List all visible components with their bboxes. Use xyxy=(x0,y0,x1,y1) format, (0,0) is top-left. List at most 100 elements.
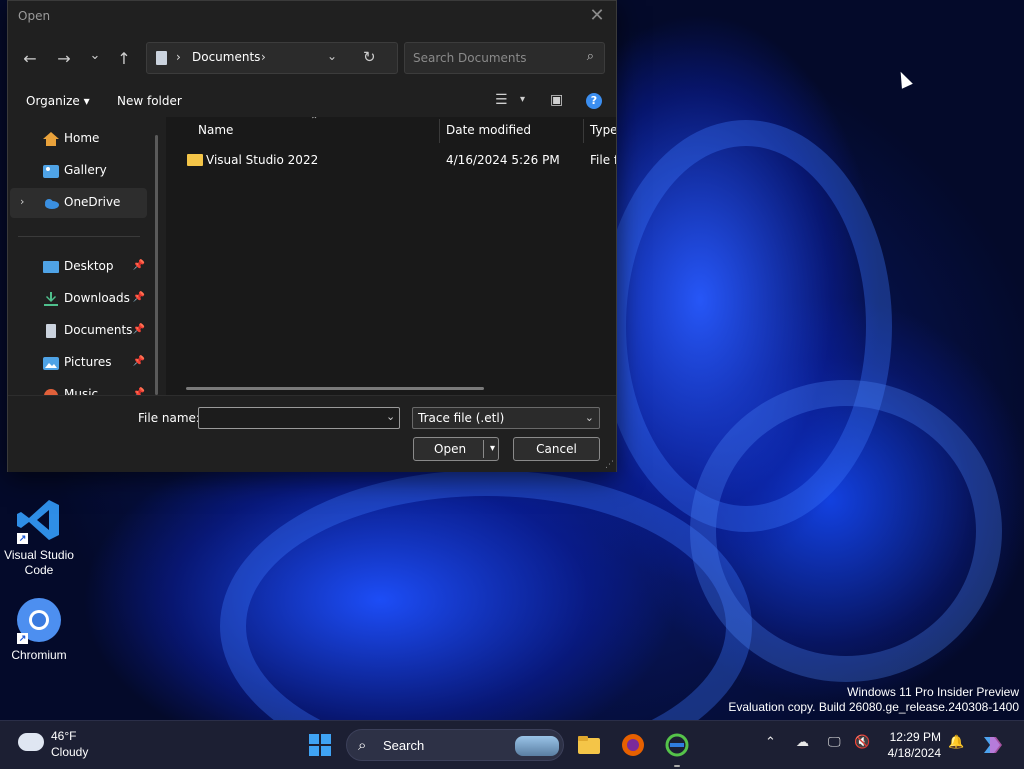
pin-icon[interactable]: 📌 xyxy=(133,356,145,367)
start-button[interactable] xyxy=(309,734,331,756)
nav-item-label: Documents xyxy=(64,323,133,337)
firefox-icon[interactable] xyxy=(621,733,645,757)
file-list-scrollbar[interactable] xyxy=(186,387,484,390)
navigation-bar: ← → ⌄ ↑ › Documents › ⌄ ↻ Search Documen… xyxy=(8,33,616,85)
nav-divider xyxy=(18,236,140,237)
breadcrumb-documents[interactable]: Documents xyxy=(192,50,260,64)
dialog-titlebar[interactable]: Open ✕ xyxy=(8,1,616,33)
organize-button[interactable]: Organize ▾ xyxy=(26,94,90,108)
breadcrumb-separator-icon[interactable]: › xyxy=(176,50,181,64)
open-file-dialog: Open ✕ ← → ⌄ ↑ › Documents › ⌄ ↻ Search … xyxy=(7,0,617,472)
desktop-icon-chromium[interactable]: ↗ Chromium xyxy=(0,596,78,663)
nav-item-pictures[interactable]: Pictures 📌 xyxy=(10,348,147,378)
file-type-select[interactable]: Trace file (.etl) ⌄ xyxy=(412,407,600,429)
file-name-label: File name: xyxy=(138,411,200,425)
file-type-value: Trace file (.etl) xyxy=(418,411,505,425)
download-icon xyxy=(44,292,58,306)
dialog-title: Open xyxy=(18,9,51,23)
show-hidden-icons-icon[interactable]: ⌃ xyxy=(765,735,776,750)
open-button[interactable]: Open ▾ xyxy=(413,437,499,461)
address-bar[interactable]: › Documents › ⌄ ↻ xyxy=(146,42,398,74)
clock-date: 4/18/2024 xyxy=(887,746,941,760)
home-icon xyxy=(43,132,59,146)
nav-item-desktop[interactable]: Desktop 📌 xyxy=(10,252,147,282)
refresh-icon[interactable]: ↻ xyxy=(363,48,376,66)
nav-item-downloads[interactable]: Downloads 📌 xyxy=(10,284,147,314)
forward-arrow-icon[interactable]: → xyxy=(53,48,75,70)
column-divider[interactable] xyxy=(583,119,584,143)
nav-item-label: OneDrive xyxy=(64,195,121,209)
recent-locations-icon[interactable]: ⌄ xyxy=(84,45,106,67)
taskbar-search-label: Search xyxy=(383,738,425,753)
open-button-label: Open xyxy=(434,442,467,456)
address-dropdown-icon[interactable]: ⌄ xyxy=(327,49,337,63)
search-highlight-art xyxy=(515,736,559,756)
search-icon[interactable]: ⌕ xyxy=(587,49,594,64)
pin-icon[interactable]: 📌 xyxy=(133,260,145,271)
column-header-name[interactable]: Name xyxy=(198,123,233,137)
performance-analyzer-icon[interactable] xyxy=(665,733,689,757)
resize-grip-icon[interactable]: ⋰ xyxy=(605,460,614,470)
column-header-type[interactable]: Type xyxy=(590,123,616,137)
preview-pane-icon[interactable]: ▣ xyxy=(550,92,563,108)
chromium-icon: ↗ xyxy=(15,596,63,644)
copilot-icon[interactable] xyxy=(980,733,1004,757)
help-icon[interactable]: ? xyxy=(586,93,602,109)
dialog-footer: File name: ⌄ Trace file (.etl) ⌄ Open ▾ … xyxy=(8,395,616,472)
windows-logo-icon xyxy=(309,734,319,744)
nav-pane-scrollbar[interactable] xyxy=(155,135,158,395)
weather-temperature: 46°F xyxy=(51,729,77,743)
view-dropdown-icon[interactable]: ▾ xyxy=(520,94,525,105)
up-arrow-icon[interactable]: ↑ xyxy=(113,48,135,70)
nav-item-music[interactable]: Music 📌 xyxy=(10,380,147,395)
nav-item-onedrive[interactable]: › OneDrive xyxy=(10,188,147,218)
windows-logo-icon xyxy=(321,746,331,756)
nav-item-label: Downloads xyxy=(64,291,130,305)
file-row[interactable]: Visual Studio 2022 4/16/2024 5:26 PM Fil… xyxy=(166,149,616,171)
nav-item-documents[interactable]: Documents 📌 xyxy=(10,316,147,346)
breadcrumb-separator-icon[interactable]: › xyxy=(261,50,266,64)
open-options-dropdown-icon[interactable]: ▾ xyxy=(490,438,495,460)
desktop-icon-label: Visual Studio Code xyxy=(4,548,74,577)
document-icon xyxy=(46,324,56,338)
nav-item-gallery[interactable]: Gallery xyxy=(10,156,147,186)
column-header-date-modified[interactable]: Date modified xyxy=(446,123,531,137)
pin-icon[interactable]: 📌 xyxy=(133,324,145,335)
file-list: ⌃ Name Date modified Type Visual Studio … xyxy=(166,117,616,395)
nav-item-label: Home xyxy=(64,131,100,145)
music-icon xyxy=(44,389,58,395)
volume-muted-icon[interactable]: 🔇 xyxy=(854,735,870,750)
cloud-icon xyxy=(45,199,59,209)
split-divider xyxy=(483,440,484,458)
pictures-icon xyxy=(43,357,59,370)
file-name-dropdown-icon[interactable]: ⌄ xyxy=(386,410,395,423)
cancel-button[interactable]: Cancel xyxy=(513,437,600,461)
nav-item-label: Pictures xyxy=(64,355,112,369)
new-folder-button[interactable]: New folder xyxy=(117,94,182,108)
taskbar-search[interactable]: ⌕ Search xyxy=(346,729,564,761)
notifications-icon[interactable]: 🔔 xyxy=(948,735,964,750)
expand-chevron-icon[interactable]: › xyxy=(20,195,24,208)
taskbar: 46°F Cloudy ⌕ Search ⌃ ☁ 🖵 🔇 12:29 PM 4/… xyxy=(0,720,1024,769)
back-arrow-icon[interactable]: ← xyxy=(19,48,41,70)
file-name: Visual Studio 2022 xyxy=(206,153,319,167)
file-explorer-icon[interactable] xyxy=(577,733,601,757)
pin-icon[interactable]: 📌 xyxy=(133,388,145,395)
command-bar: Organize ▾ New folder ☰ ▾ ▣ ? xyxy=(8,85,616,117)
nav-item-home[interactable]: Home xyxy=(10,124,147,154)
documents-location-icon xyxy=(156,51,167,65)
windows-logo-icon xyxy=(321,734,331,744)
sort-ascending-icon: ⌃ xyxy=(310,117,319,126)
column-divider[interactable] xyxy=(439,119,440,143)
onedrive-icon[interactable]: ☁ xyxy=(796,735,809,750)
system-clock[interactable]: 12:29 PM 4/18/2024 xyxy=(888,729,941,761)
desktop-icon-vscode[interactable]: ↗ Visual Studio Code xyxy=(0,496,78,578)
clock-time: 12:29 PM xyxy=(889,730,941,744)
close-icon[interactable]: ✕ xyxy=(586,5,608,27)
nav-item-label: Music xyxy=(64,387,99,395)
pin-icon[interactable]: 📌 xyxy=(133,292,145,303)
view-options-icon[interactable]: ☰ xyxy=(495,92,508,108)
search-box[interactable]: Search Documents ⌕ xyxy=(404,42,605,74)
file-name-input[interactable] xyxy=(198,407,400,429)
network-icon[interactable]: 🖵 xyxy=(828,735,841,750)
